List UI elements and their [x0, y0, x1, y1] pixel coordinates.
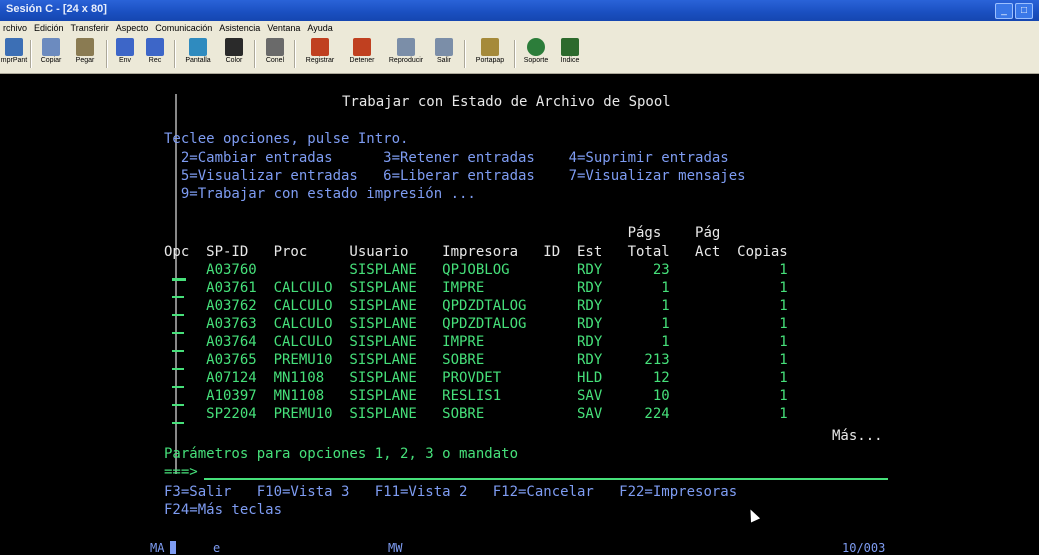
options-row-2: 5=Visualizar entradas 6=Liberar entradas…: [164, 168, 746, 184]
header-row-2: Opc SP-ID Proc Usuario Impresora ID Est …: [164, 244, 788, 260]
window-controls: _ □: [995, 3, 1033, 19]
title-bar: Sesión C - [24 x 80] _ □: [0, 0, 1039, 21]
status-line: MA e MW 10/003: [0, 541, 1039, 555]
exit-icon: [435, 38, 453, 56]
table-row: SP2204 PREMU10 SISPLANE SOBRE SAV 224 1: [164, 406, 788, 422]
option-field[interactable]: [172, 368, 184, 370]
terminal-screen[interactable]: Trabajar con Estado de Archivo de Spool …: [0, 74, 1039, 554]
send-icon: [116, 38, 134, 56]
copy-button[interactable]: Copiar: [36, 38, 66, 70]
maximize-button[interactable]: □: [1015, 3, 1033, 19]
record-icon: [311, 38, 329, 56]
play-icon: [397, 38, 415, 56]
record-button[interactable]: Registrar: [300, 38, 340, 70]
option-field[interactable]: [172, 350, 184, 352]
function-keys-row-2: F24=Más teclas: [164, 502, 283, 518]
menu-asistencia[interactable]: Asistencia: [216, 21, 264, 36]
clipboard-icon: [481, 38, 499, 56]
receive-button[interactable]: Rec: [142, 38, 168, 70]
display-button[interactable]: Pantalla: [180, 38, 216, 70]
menu-ayuda[interactable]: Ayuda: [304, 21, 336, 36]
options-row-1: 2=Cambiar entradas 3=Retener entradas 4=…: [164, 150, 729, 166]
function-keys-row-1: F3=Salir F10=Vista 3 F11=Vista 2 F12=Can…: [164, 484, 738, 500]
print-screen-button[interactable]: mprPant: [1, 38, 27, 70]
more-indicator: Más...: [832, 428, 883, 444]
clipboard-button[interactable]: Portapap: [472, 38, 508, 70]
table-row: A03761 CALCULO SISPLANE IMPRE RDY 1 1: [164, 280, 788, 296]
print-screen-icon: [5, 38, 23, 56]
params-label: Parámetros para opciones 1, 2, 3 o manda…: [164, 446, 519, 462]
table-row: A03763 CALCULO SISPLANE QPDZDTALOG RDY 1…: [164, 316, 788, 332]
status-mode: MA: [150, 541, 165, 555]
display-icon: [189, 38, 207, 56]
paste-button[interactable]: Pegar: [70, 38, 100, 70]
support-button[interactable]: Soporte: [520, 38, 552, 70]
send-button[interactable]: Env: [112, 38, 138, 70]
status-indicator: e: [213, 541, 221, 555]
play-button[interactable]: Reproducir: [384, 38, 428, 70]
menu-transferir[interactable]: Transferir: [68, 21, 113, 36]
window-title: Sesión C - [24 x 80]: [6, 3, 107, 15]
exit-button[interactable]: Salir: [432, 38, 456, 70]
menu-aspecto[interactable]: Aspecto: [113, 21, 153, 36]
table-row: A07124 MN1108 SISPLANE PROVDET HLD 12 1: [164, 370, 788, 386]
command-prompt: ===>: [164, 464, 198, 480]
option-field[interactable]: [172, 296, 184, 298]
color-button[interactable]: Color: [220, 38, 248, 70]
copy-icon: [42, 38, 60, 56]
paste-icon: [76, 38, 94, 56]
option-field[interactable]: [172, 386, 184, 388]
stop-button[interactable]: Detener: [344, 38, 380, 70]
option-field[interactable]: [172, 422, 184, 424]
menu-archivo[interactable]: rchivo: [0, 21, 31, 36]
status-mw: MW: [388, 541, 403, 555]
option-field[interactable]: [172, 314, 184, 316]
index-button[interactable]: Indice: [556, 38, 584, 70]
table-row: A03760 SISPLANE QPJOBLOG RDY 23 1: [164, 262, 788, 278]
minimize-button[interactable]: _: [995, 3, 1013, 19]
table-row: A03765 PREMU10 SISPLANE SOBRE RDY 213 1: [164, 352, 788, 368]
table-row: A03764 CALCULO SISPLANE IMPRE RDY 1 1: [164, 334, 788, 350]
option-field[interactable]: [172, 332, 184, 334]
toolbar: mprPant Copiar Pegar Env Rec Pantalla Co…: [0, 36, 1039, 74]
header-row-1: Págs Pág: [164, 225, 721, 241]
option-field[interactable]: [172, 404, 184, 406]
cursor-position: 10/003: [842, 541, 886, 555]
connect-icon: [266, 38, 284, 56]
menu-ventana[interactable]: Ventana: [264, 21, 304, 36]
menu-bar: rchivo Edición Transferir Aspecto Comuni…: [0, 21, 1039, 36]
support-globe-icon: [527, 38, 545, 56]
menu-comunicacion[interactable]: Comunicación: [152, 21, 216, 36]
options-row-3: 9=Trabajar con estado impresión ...: [164, 186, 476, 202]
connect-button[interactable]: Conel: [262, 38, 288, 70]
index-book-icon: [561, 38, 579, 56]
option-field-cursor[interactable]: [172, 278, 186, 281]
table-row: A10397 MN1108 SISPLANE RESLIS1 SAV 10 1: [164, 388, 788, 404]
table-row: A03762 CALCULO SISPLANE QPDZDTALOG RDY 1…: [164, 298, 788, 314]
color-icon: [225, 38, 243, 56]
status-cursor-block: [170, 541, 176, 554]
stop-icon: [353, 38, 371, 56]
screen-title: Trabajar con Estado de Archivo de Spool: [342, 94, 671, 110]
instructions: Teclee opciones, pulse Intro.: [164, 131, 409, 147]
command-input[interactable]: [204, 478, 888, 480]
menu-edicion[interactable]: Edición: [31, 21, 68, 36]
receive-icon: [146, 38, 164, 56]
